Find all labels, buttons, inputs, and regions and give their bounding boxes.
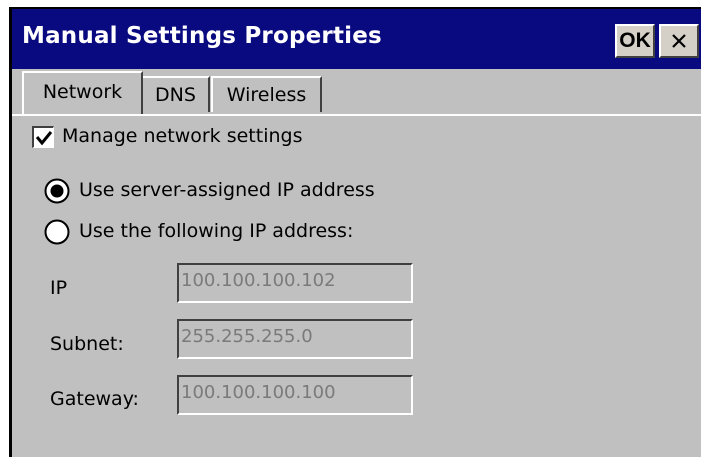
radio-selected-icon [44, 178, 70, 204]
tab-network-label: Network [42, 81, 123, 103]
close-icon [672, 34, 686, 48]
tab-dns[interactable]: DNS [143, 76, 210, 112]
tab-strip: DNS Wireless Network [12, 69, 701, 115]
subnet-field[interactable]: 255.255.255.0 [177, 319, 413, 359]
gateway-field[interactable]: 100.100.100.100 [177, 375, 413, 415]
window-title: Manual Settings Properties [22, 23, 382, 49]
radio-empty-icon [44, 219, 70, 245]
gateway-label: Gateway: [50, 388, 139, 410]
subnet-label: Subnet: [50, 333, 124, 355]
ip-label: IP [50, 277, 68, 299]
radio-manual-label: Use the following IP address: [79, 220, 354, 242]
radio-manual-ip[interactable] [44, 219, 70, 245]
manage-network-checkbox[interactable] [32, 126, 54, 148]
title-bar: Manual Settings Properties OK [12, 9, 701, 69]
checkmark-icon [35, 131, 53, 146]
manage-network-label: Manage network settings [62, 125, 303, 147]
radio-server-assigned[interactable] [44, 178, 70, 204]
tab-network[interactable]: Network [22, 71, 143, 115]
tab-wireless-label: Wireless [226, 84, 307, 106]
ip-field[interactable]: 100.100.100.102 [177, 263, 413, 303]
close-button[interactable] [659, 24, 699, 58]
tab-dns-label: DNS [155, 84, 196, 106]
tab-wireless[interactable]: Wireless [211, 76, 322, 112]
radio-server-label: Use server-assigned IP address [79, 179, 375, 201]
ok-button[interactable]: OK [615, 24, 655, 58]
network-panel: Manage network settings Use server-assig… [12, 116, 701, 459]
settings-dialog: Manual Settings Properties OK DNS Wirele… [9, 7, 701, 457]
